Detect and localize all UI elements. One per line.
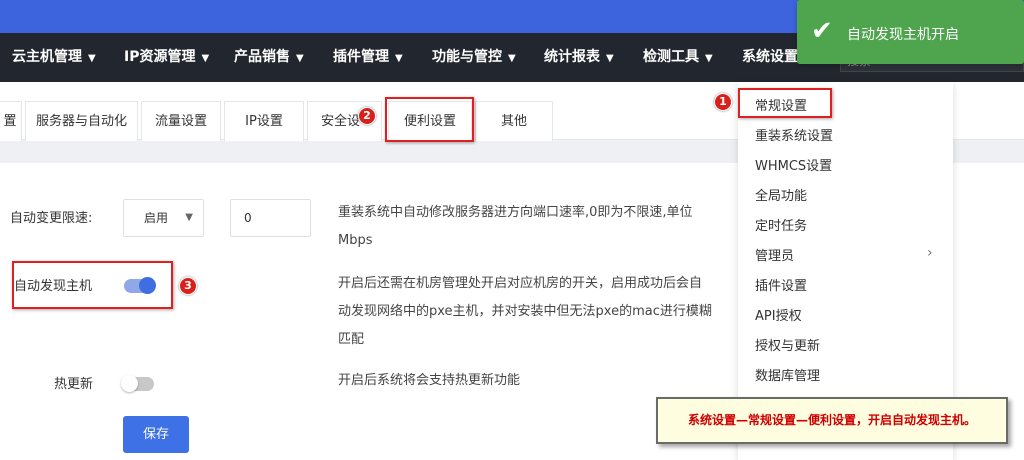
highlight-general-settings <box>738 88 832 118</box>
speed-limit-input[interactable]: 0 <box>230 199 311 237</box>
menu-item-scheduled-tasks[interactable]: 定时任务 <box>755 215 807 234</box>
menu-item-database[interactable]: 数据库管理 <box>755 365 820 384</box>
menu-item-license-update[interactable]: 授权与更新 <box>755 335 820 354</box>
chevron-down-icon: ▼ <box>185 212 193 223</box>
menu-item-admins[interactable]: 管理员 › <box>755 245 933 264</box>
chevron-down-icon: ▼ <box>201 53 210 64</box>
menu-item-plugin-settings[interactable]: 插件设置 <box>755 275 807 294</box>
chevron-down-icon: ▼ <box>296 53 304 64</box>
menu-item-reinstall-settings[interactable]: 重装系统设置 <box>755 125 833 144</box>
auto-speed-select[interactable]: 启用 ▼ <box>123 199 204 237</box>
tab-other[interactable]: 其他 <box>475 101 553 141</box>
tab-traffic[interactable]: 流量设置 <box>141 101 221 141</box>
checkmark-icon: ✔ <box>811 16 833 46</box>
nav-features-control[interactable]: 功能与管控 ▼ <box>432 33 516 82</box>
chevron-right-icon: › <box>927 245 933 261</box>
chevron-down-icon: ▼ <box>508 53 516 64</box>
highlight-convenience-tab <box>385 97 474 142</box>
step-marker-3: 3 <box>179 277 197 295</box>
nav-system-settings[interactable]: 系统设置 <box>742 33 798 82</box>
auto-speed-description: 重装系统中自动修改服务器进方向端口速率,0即为不限速,单位 Mbps <box>338 205 693 248</box>
step-marker-1: 1 <box>714 93 732 111</box>
nav-ip-resources[interactable]: IP资源管理 ▼ <box>124 33 209 82</box>
tab-server-automation[interactable]: 服务器与自动化 <box>25 101 138 141</box>
auto-speed-label: 自动变更限速: <box>10 211 93 226</box>
highlight-auto-discover <box>12 261 173 309</box>
nav-cloud-host[interactable]: 云主机管理 ▼ <box>12 33 96 82</box>
hot-update-label: 热更新 <box>54 377 94 392</box>
step-marker-2: 2 <box>358 107 376 125</box>
save-button[interactable]: 保存 <box>123 416 189 453</box>
hot-update-description: 开启后系统将会支持热更新功能 <box>338 373 521 388</box>
auto-discover-description: 开启后还需在机房管理处开启对应机房的开关，启用成功后会自 动发现网络中的pxe主… <box>338 276 712 347</box>
nav-plugins[interactable]: 插件管理 ▼ <box>333 33 403 82</box>
chevron-down-icon: ▼ <box>705 53 713 64</box>
tab-ip[interactable]: IP设置 <box>224 101 304 141</box>
chevron-down-icon: ▼ <box>88 53 96 64</box>
toast-message: 自动发现主机开启 <box>847 27 959 43</box>
hot-update-toggle[interactable] <box>121 375 154 392</box>
menu-item-whmcs-settings[interactable]: WHMCS设置 <box>755 155 832 174</box>
nav-product-sales[interactable]: 产品销售 ▼ <box>234 33 304 82</box>
instruction-note: 系统设置—常规设置—便利设置，开启自动发现主机。 <box>656 397 1008 444</box>
menu-item-global-features[interactable]: 全局功能 <box>755 185 807 204</box>
chevron-down-icon: ▼ <box>395 53 403 64</box>
tab-general-partial[interactable]: 置 <box>0 101 22 141</box>
success-toast: ✔ 自动发现主机开启 <box>797 0 1024 64</box>
nav-detection-tools[interactable]: 检测工具 ▼ <box>643 33 713 82</box>
toggle-knob <box>121 375 138 392</box>
chevron-down-icon: ▼ <box>606 53 614 64</box>
menu-item-api-auth[interactable]: API授权 <box>755 305 802 324</box>
nav-statistics[interactable]: 统计报表 ▼ <box>544 33 614 82</box>
